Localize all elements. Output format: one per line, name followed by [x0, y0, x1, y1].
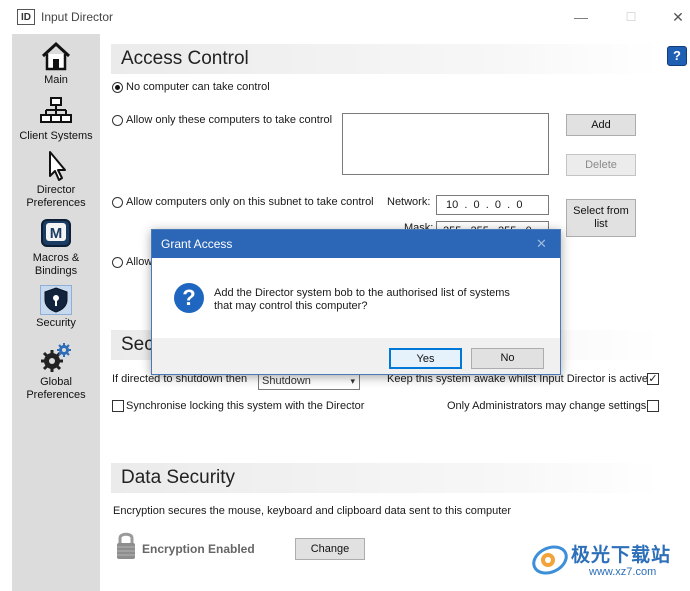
allowed-computers-list[interactable]: [342, 113, 549, 175]
data-security-heading: Data Security: [111, 463, 661, 493]
macros-icon-letter: M: [50, 225, 63, 242]
radio-allow-fourth-label: Allow: [126, 256, 153, 268]
grant-access-dialog: Grant Access ✕ ? Add the Director system…: [151, 229, 561, 375]
add-button[interactable]: Add: [566, 114, 636, 136]
sidebar-item-client-systems[interactable]: Client Systems: [12, 96, 100, 143]
no-button[interactable]: No: [471, 348, 544, 369]
dialog-body: ? Add the Director system bob to the aut…: [152, 258, 560, 338]
radio-allow-subnet[interactable]: [112, 197, 123, 208]
dialog-title: Grant Access: [161, 237, 233, 251]
access-control-heading: Access Control: [111, 44, 661, 74]
gears-icon: [41, 343, 71, 372]
radio-allow-only[interactable]: [112, 115, 123, 126]
network-label: Network:: [387, 196, 431, 208]
cursor-icon: [49, 151, 66, 181]
padlock-icon: [116, 531, 136, 561]
sidebar-item-global-preferences[interactable]: Global Preferences: [12, 342, 100, 402]
yes-button[interactable]: Yes: [389, 348, 462, 369]
sidebar-item-security[interactable]: Security: [12, 285, 100, 330]
radio-no-computer[interactable]: [112, 82, 123, 93]
encryption-description: Encryption secures the mouse, keyboard a…: [113, 505, 512, 517]
shutdown-select-value: Shutdown: [262, 375, 311, 387]
sidebar-item-main[interactable]: Main: [12, 40, 100, 87]
chevron-down-icon: ▾: [350, 376, 355, 386]
change-button[interactable]: Change: [295, 538, 365, 560]
radio-allow-only-label: Allow only these computers to take contr…: [126, 114, 333, 126]
radio-allow-fourth[interactable]: [112, 257, 123, 268]
watermark-url: www.xz7.com: [589, 566, 657, 578]
macros-icon: M: [41, 219, 71, 247]
question-icon: ?: [174, 283, 204, 313]
radio-no-computer-label: No computer can take control: [126, 81, 270, 93]
only-admins-checkbox[interactable]: [647, 400, 659, 412]
radio-allow-subnet-label: Allow computers only on this subnet to t…: [126, 196, 374, 208]
close-button[interactable]: ✕: [663, 6, 690, 28]
sidebar-item-label: Client Systems: [19, 130, 93, 142]
dialog-title-bar: Grant Access ✕: [152, 230, 560, 258]
watermark: 极光下载站 www.xz7.com: [531, 538, 686, 586]
dialog-footer: Yes No: [152, 338, 560, 374]
network-field[interactable]: 10 . 0 . 0 . 0: [436, 195, 549, 215]
sidebar-item-director-preferences[interactable]: Director Preferences: [12, 150, 100, 210]
dialog-message-line1: Add the Director system bob to the autho…: [214, 287, 510, 299]
sidebar-item-macros-bindings[interactable]: M Macros & Bindings: [12, 218, 100, 278]
sidebar-item-label: Global Preferences: [26, 376, 86, 401]
watermark-logo: [532, 545, 568, 575]
dialog-message-line2: that may control this computer?: [214, 300, 368, 312]
keep-awake-checkbox[interactable]: ✓: [647, 373, 659, 385]
sync-lock-label: Synchronise locking this system with the…: [126, 400, 365, 412]
maximize-button[interactable]: ☐: [616, 6, 646, 28]
title-bar: ID Input Director — ☐ ✕: [0, 0, 690, 34]
only-admins-label: Only Administrators may change settings: [447, 400, 647, 412]
dialog-close-button[interactable]: ✕: [536, 236, 547, 252]
sidebar-item-label: Main: [44, 74, 68, 86]
shield-icon: [40, 285, 72, 315]
minimize-button[interactable]: —: [566, 6, 596, 28]
sidebar-item-label: Director Preferences: [26, 184, 86, 209]
watermark-text: 极光下载站: [571, 545, 672, 566]
network-icon: [40, 97, 72, 123]
sidebar: Main Client Systems Director Preferences…: [12, 34, 100, 591]
window-title: Input Director: [41, 10, 114, 24]
home-icon: [41, 41, 71, 71]
delete-button[interactable]: Delete: [566, 154, 636, 176]
sidebar-item-label: Macros & Bindings: [32, 252, 80, 277]
sync-lock-checkbox[interactable]: [112, 400, 124, 412]
app-icon: ID: [17, 9, 35, 25]
encryption-status: Encryption Enabled: [142, 542, 255, 556]
help-button[interactable]: ?: [667, 46, 687, 66]
select-from-list-button[interactable]: Select from list: [566, 199, 636, 237]
sidebar-item-label: Security: [36, 317, 76, 329]
